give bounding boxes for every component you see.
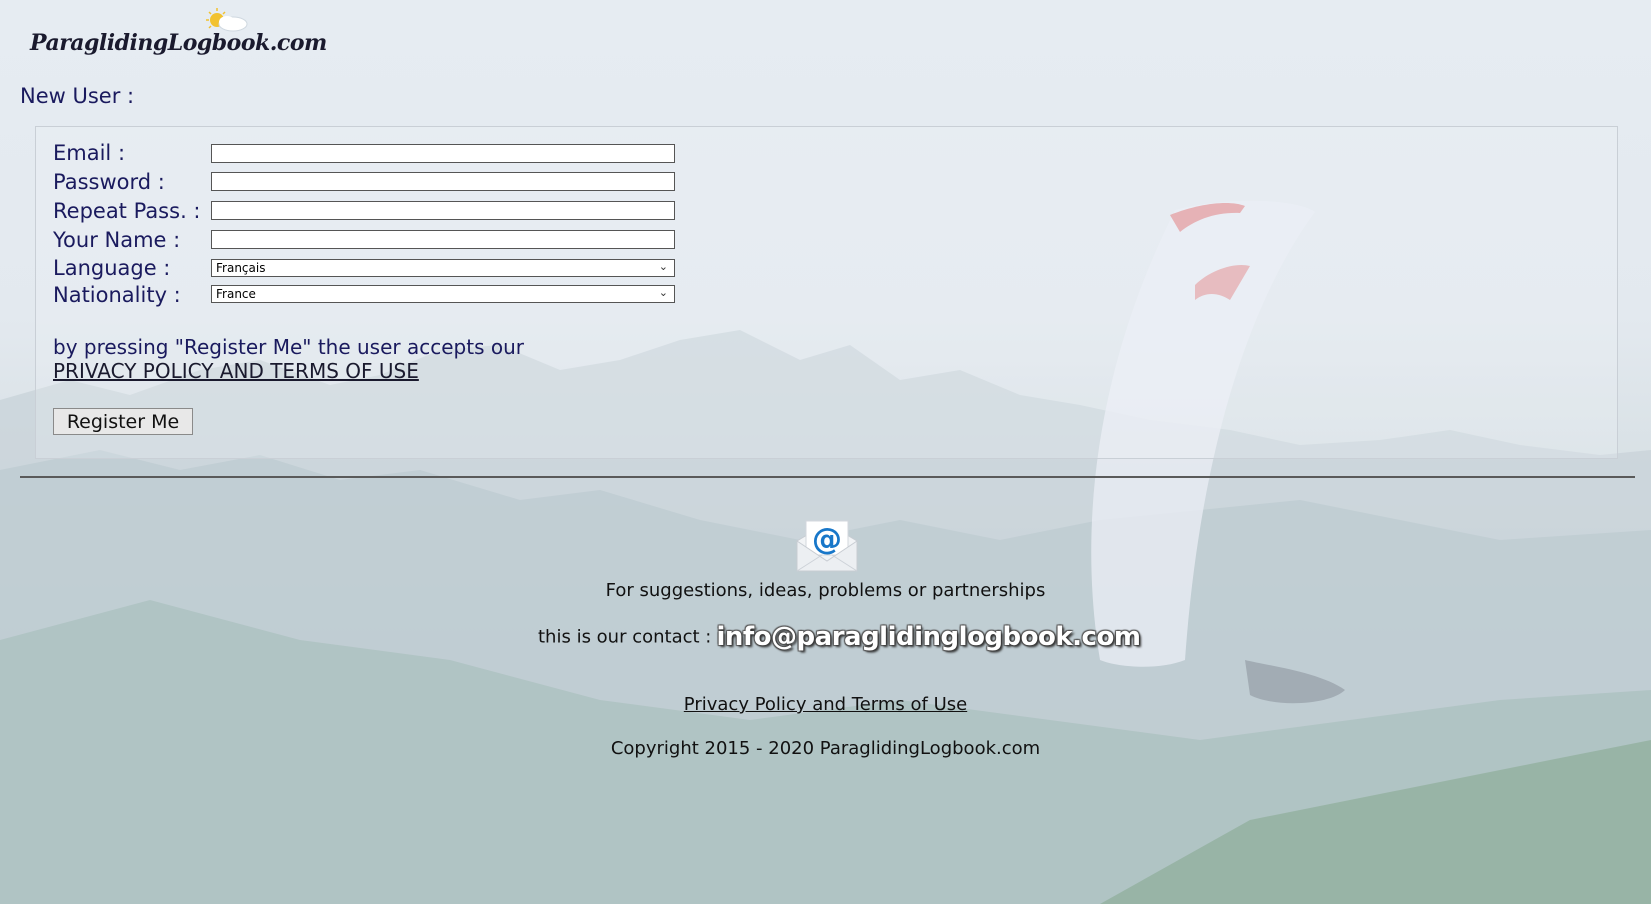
repeat-password-field[interactable] bbox=[211, 201, 675, 220]
nationality-select[interactable]: France ⌄ bbox=[211, 285, 675, 303]
terms-notice: by pressing "Register Me" the user accep… bbox=[53, 335, 524, 359]
site-logo[interactable]: ParaglidingLogbook.com bbox=[28, 8, 327, 60]
page-title: New User : bbox=[20, 84, 135, 108]
copyright-text: Copyright 2015 - 2020 ParaglidingLogbook… bbox=[610, 738, 1041, 759]
divider bbox=[20, 476, 1635, 478]
chevron-down-icon: ⌄ bbox=[658, 260, 668, 273]
svg-text:@: @ bbox=[812, 522, 842, 557]
password-field[interactable] bbox=[211, 172, 675, 191]
email-envelope-icon: @ bbox=[796, 520, 858, 572]
nationality-label: Nationality : bbox=[53, 283, 181, 307]
email-label: Email : bbox=[53, 141, 126, 165]
contact-email-link[interactable]: info@paraglidinglogbook.com bbox=[716, 622, 1140, 652]
register-button[interactable]: Register Me bbox=[53, 408, 193, 435]
suggestions-text: For suggestions, ideas, problems or part… bbox=[605, 580, 1046, 601]
language-label: Language : bbox=[53, 256, 171, 280]
footer-privacy-link[interactable]: Privacy Policy and Terms of Use bbox=[0, 694, 1651, 715]
language-select[interactable]: Français ⌄ bbox=[211, 259, 675, 277]
contact-label: this is our contact : bbox=[538, 626, 712, 648]
repeat-password-label: Repeat Pass. : bbox=[53, 199, 201, 223]
your-name-label: Your Name : bbox=[53, 228, 181, 252]
privacy-policy-link[interactable]: PRIVACY POLICY AND TERMS OF USE bbox=[53, 359, 419, 383]
email-field[interactable] bbox=[211, 144, 675, 163]
registration-form: Email : Password : Repeat Pass. : Your N… bbox=[35, 126, 1618, 459]
nationality-select-value: France bbox=[216, 287, 256, 301]
logo-text: ParaglidingLogbook.com bbox=[30, 30, 327, 56]
contact-row: this is our contact : info@paraglidinglo… bbox=[538, 622, 1141, 652]
language-select-value: Français bbox=[216, 261, 266, 275]
your-name-field[interactable] bbox=[211, 230, 675, 249]
password-label: Password : bbox=[53, 170, 165, 194]
chevron-down-icon: ⌄ bbox=[658, 286, 668, 299]
